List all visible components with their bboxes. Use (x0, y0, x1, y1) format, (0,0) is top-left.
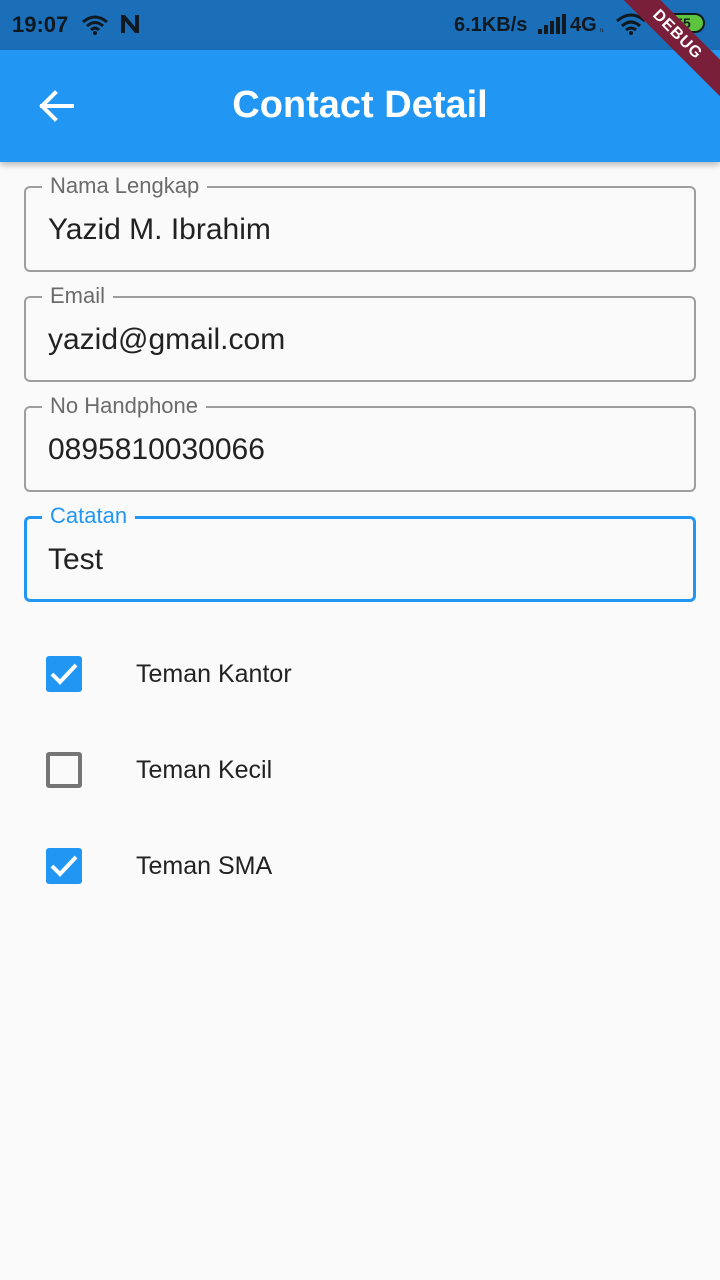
app-bar: Contact Detail (0, 50, 720, 162)
checkbox-label: Teman Kantor (136, 660, 292, 688)
signal-icon (538, 14, 566, 39)
notes-field: Catatan (24, 503, 696, 602)
phone-label: No Handphone (42, 393, 207, 419)
checkbox-teman-kecil[interactable] (46, 752, 82, 788)
notification-n-icon (118, 13, 142, 40)
wifi-icon (82, 14, 108, 41)
notes-input[interactable] (48, 540, 668, 580)
checkbox-row-teman-sma[interactable]: Teman SMA (0, 830, 720, 902)
check-icon (50, 855, 78, 877)
checkbox-row-teman-kantor[interactable]: Teman Kantor (0, 638, 720, 710)
phone-input[interactable] (48, 430, 668, 470)
checkbox-label: Teman SMA (136, 852, 273, 880)
phone-field: No Handphone (24, 393, 696, 492)
full-name-field: Nama Lengkap (24, 173, 696, 272)
email-field: Email (24, 283, 696, 382)
network-sub: ₗₜ (600, 24, 605, 34)
check-icon (50, 663, 78, 685)
network-type: 4G (570, 14, 597, 36)
checkbox-teman-sma[interactable] (46, 848, 82, 884)
email-label: Email (42, 283, 114, 309)
full-name-label: Nama Lengkap (42, 173, 208, 199)
checkbox-teman-kantor[interactable] (46, 656, 82, 692)
full-name-input[interactable] (48, 210, 668, 250)
status-time: 19:07 (12, 12, 69, 37)
status-bar: 19:07 6.1KB/s 4G ₗₜ 55 (0, 0, 720, 50)
checkbox-label: Teman Kecil (136, 756, 273, 784)
email-input[interactable] (48, 320, 668, 360)
notes-label: Catatan (42, 503, 136, 529)
network-speed: 6.1KB/s (454, 14, 528, 36)
page-title: Contact Detail (232, 84, 488, 126)
checkbox-row-teman-kecil[interactable]: Teman Kecil (0, 734, 720, 806)
